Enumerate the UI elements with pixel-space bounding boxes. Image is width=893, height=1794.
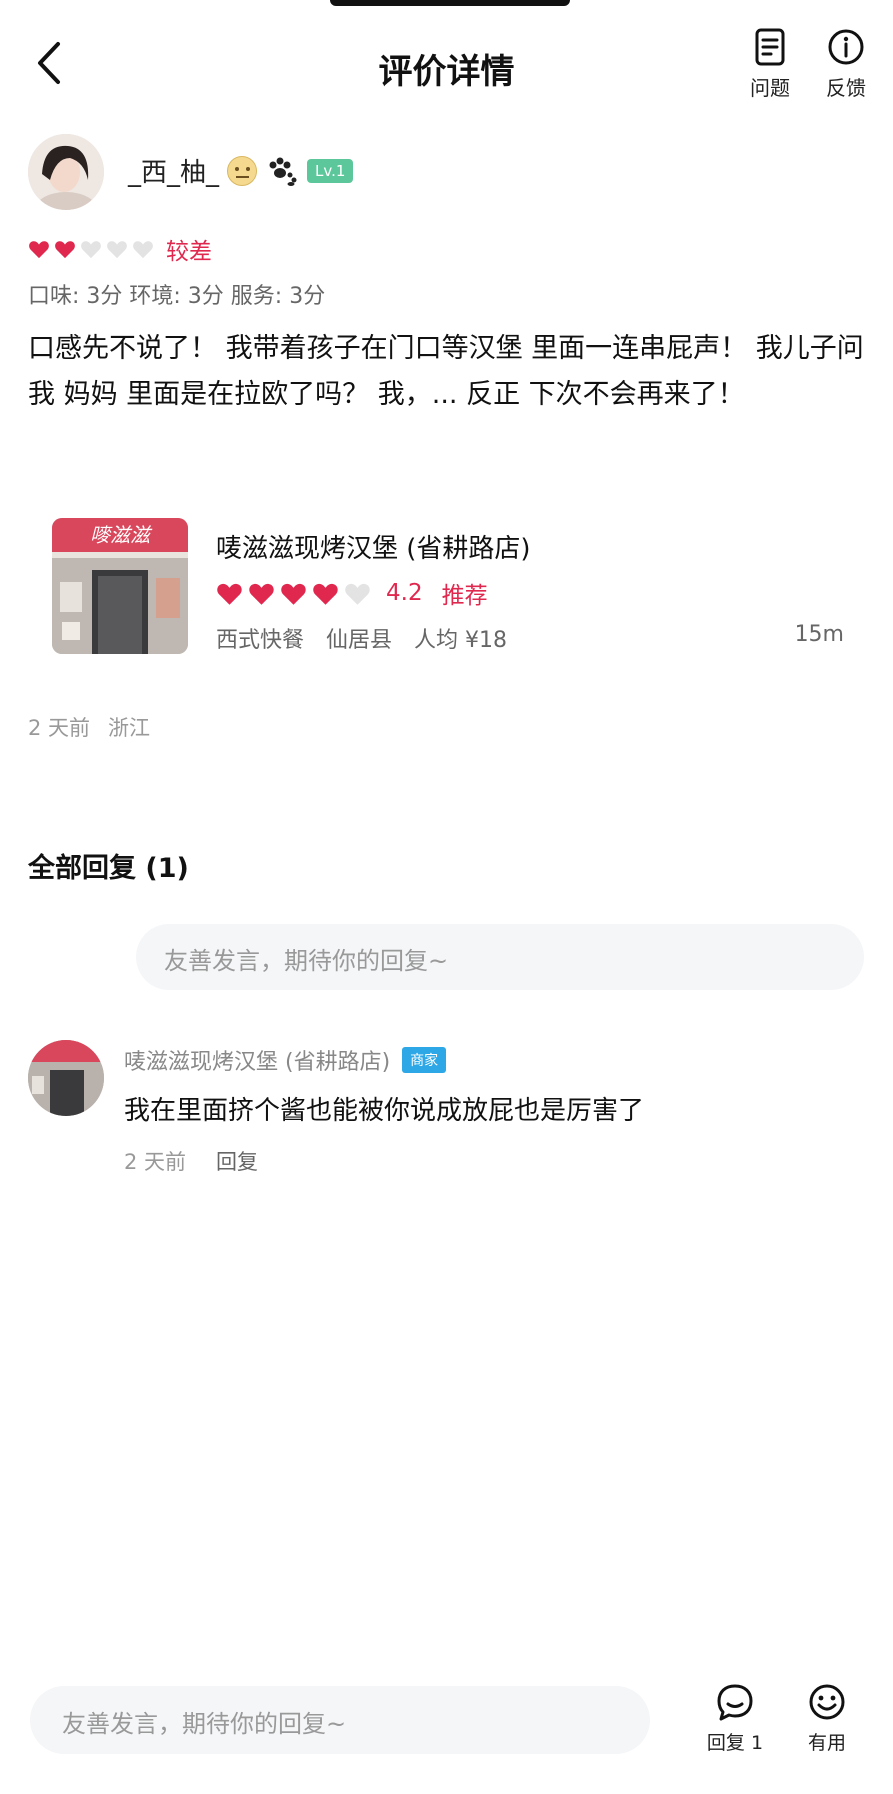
post-meta: 2 天前 浙江 bbox=[28, 712, 150, 742]
heart-filled-icon bbox=[249, 583, 274, 605]
question-doc-icon bbox=[755, 28, 785, 66]
shop-name: 唛滋滋现烤汉堡 (省耕路店) bbox=[216, 534, 531, 564]
heart-filled-icon bbox=[313, 583, 338, 605]
reply-input[interactable]: 友善发言，期待你的回复~ bbox=[136, 924, 864, 990]
shop-hearts bbox=[216, 581, 371, 606]
feedback-label: 反馈 bbox=[826, 76, 866, 100]
heart-empty-icon bbox=[133, 241, 153, 259]
merchant-avatar[interactable] bbox=[28, 1040, 104, 1116]
review-hearts bbox=[28, 239, 154, 259]
shop-rating: 4.2 推荐 bbox=[216, 576, 488, 610]
review-text: 口感先不说了！ 我带着孩子在门口等汉堡 里面一连串屁声！ 我儿子问我 妈妈 里面… bbox=[28, 333, 864, 410]
shop-category: 西式快餐 bbox=[216, 628, 305, 653]
replies-title: 全部回复 (1) bbox=[28, 853, 189, 884]
heart-filled-icon bbox=[29, 241, 49, 259]
shop-thumbnail: 嘜滋滋 bbox=[52, 518, 188, 654]
reply-count-button[interactable]: 回复 1 bbox=[700, 1682, 770, 1755]
heart-empty-icon bbox=[81, 241, 101, 259]
reply-link[interactable]: 回复 bbox=[216, 1146, 258, 1176]
shop-card[interactable]: 嘜滋滋 唛滋滋现烤汉堡 (省耕路店) 4.2 推荐 西式快餐 仙居县 人均 ¥1… bbox=[52, 518, 852, 658]
heart-empty-icon bbox=[107, 241, 127, 259]
user-info-row: _西_柚_ Lv.1 bbox=[128, 152, 354, 189]
top-nav-bar: 评价详情 问题 反馈 bbox=[0, 0, 893, 120]
shop-distance: 15m bbox=[794, 622, 844, 647]
merchant-badge: 商家 bbox=[402, 1047, 447, 1073]
neutral-face-emoji-icon bbox=[227, 155, 258, 186]
useful-label: 有用 bbox=[807, 1732, 846, 1754]
shop-avg-price: 人均 ¥18 bbox=[414, 628, 508, 653]
smile-icon bbox=[809, 1684, 845, 1720]
shop-meta: 西式快餐 仙居县 人均 ¥18 bbox=[216, 622, 507, 654]
feedback-button[interactable]: 反馈 bbox=[816, 28, 876, 101]
heart-filled-icon bbox=[281, 583, 306, 605]
username[interactable]: _西_柚_ bbox=[128, 152, 219, 189]
reply-author[interactable]: 唛滋滋现烤汉堡 (省耕路店) bbox=[124, 1044, 390, 1076]
bottom-bar: 友善发言，期待你的回复~ 回复 1 有用 bbox=[0, 1672, 893, 1794]
review-rating: 较差 bbox=[28, 232, 212, 266]
reply-time: 2 天前 bbox=[124, 1150, 187, 1174]
shop-area: 仙居县 bbox=[326, 628, 393, 653]
info-icon bbox=[828, 29, 864, 65]
heart-filled-icon bbox=[217, 583, 242, 605]
sub-scores: 口味: 3分 环境: 3分 服务: 3分 bbox=[28, 284, 326, 309]
reply-count-label: 回复 1 bbox=[706, 1732, 764, 1754]
shop-sign-text: 嘜滋滋 bbox=[90, 523, 153, 547]
post-location: 浙江 bbox=[108, 716, 151, 740]
reply-text: 我在里面挤个酱也能被你说成放屁也是厉害了 bbox=[124, 1096, 645, 1126]
shop-score: 4.2 bbox=[386, 580, 423, 606]
bottom-comment-input[interactable]: 友善发言，期待你的回复~ bbox=[30, 1686, 650, 1754]
paw-icon bbox=[269, 157, 297, 186]
post-time: 2 天前 bbox=[28, 716, 91, 740]
shop-recommend: 推荐 bbox=[441, 583, 488, 609]
comment-bubble-icon bbox=[717, 1684, 753, 1721]
question-button[interactable]: 问题 bbox=[740, 28, 800, 101]
reply-meta: 2 天前 回复 bbox=[124, 1146, 258, 1176]
useful-button[interactable]: 有用 bbox=[792, 1682, 862, 1755]
heart-empty-icon bbox=[345, 583, 370, 605]
reply-header: 唛滋滋现烤汉堡 (省耕路店) 商家 bbox=[124, 1044, 447, 1076]
user-avatar[interactable] bbox=[28, 134, 104, 210]
heart-filled-icon bbox=[55, 241, 75, 259]
question-label: 问题 bbox=[750, 76, 790, 100]
level-badge: Lv.1 bbox=[307, 158, 354, 183]
rating-label: 较差 bbox=[166, 239, 212, 265]
